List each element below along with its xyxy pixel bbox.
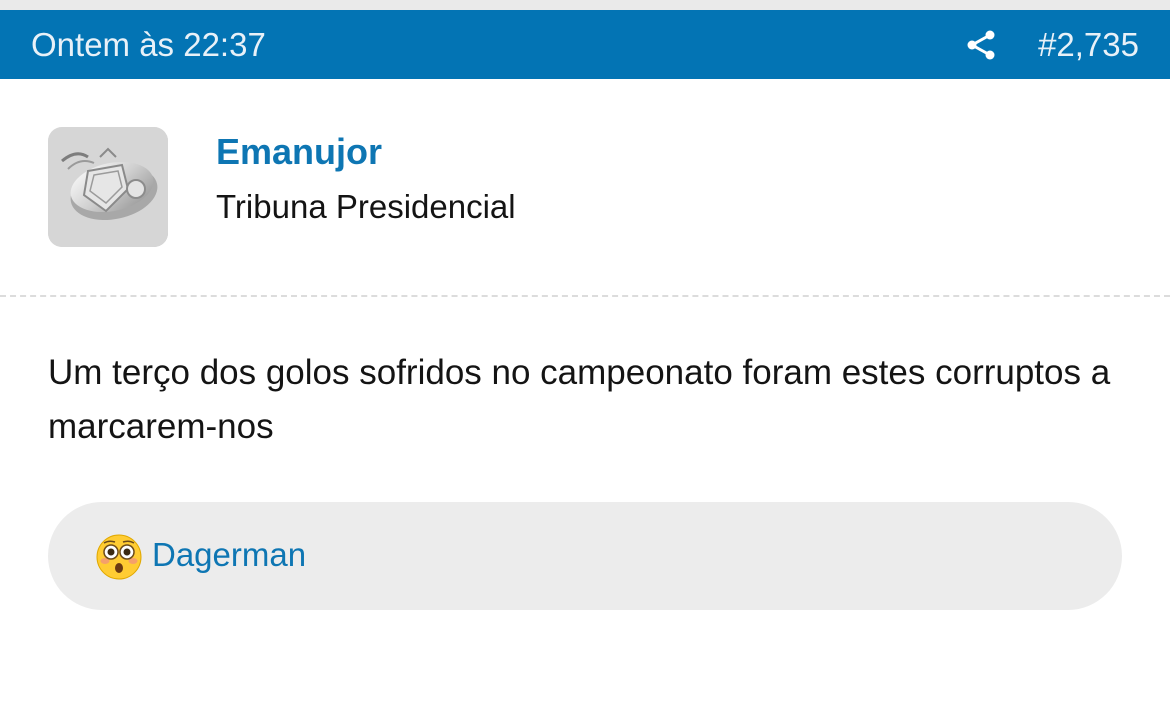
- post-body-text: Um terço dos golos sofridos no campeonat…: [48, 353, 1111, 446]
- top-strip: [0, 0, 1170, 10]
- author-title: Tribuna Presidencial: [216, 188, 516, 225]
- post-date[interactable]: Ontem às 22:37: [31, 26, 266, 64]
- club-badge-avatar-icon: [48, 127, 168, 247]
- reaction-user-link[interactable]: Dagerman: [152, 535, 306, 575]
- share-icon[interactable]: [964, 28, 998, 62]
- post-number-link[interactable]: #2,735: [1038, 26, 1139, 64]
- post-header: Ontem às 22:37 #2,735: [0, 10, 1170, 79]
- author-username[interactable]: Emanujor: [216, 131, 382, 173]
- flushed-face-icon: [96, 534, 142, 580]
- avatar[interactable]: [48, 127, 168, 247]
- post-container: Ontem às 22:37 #2,735 Emanujor Tribuna P…: [0, 0, 1170, 717]
- reactions-bar[interactable]: Dagerman: [48, 502, 1122, 610]
- divider: [0, 295, 1170, 297]
